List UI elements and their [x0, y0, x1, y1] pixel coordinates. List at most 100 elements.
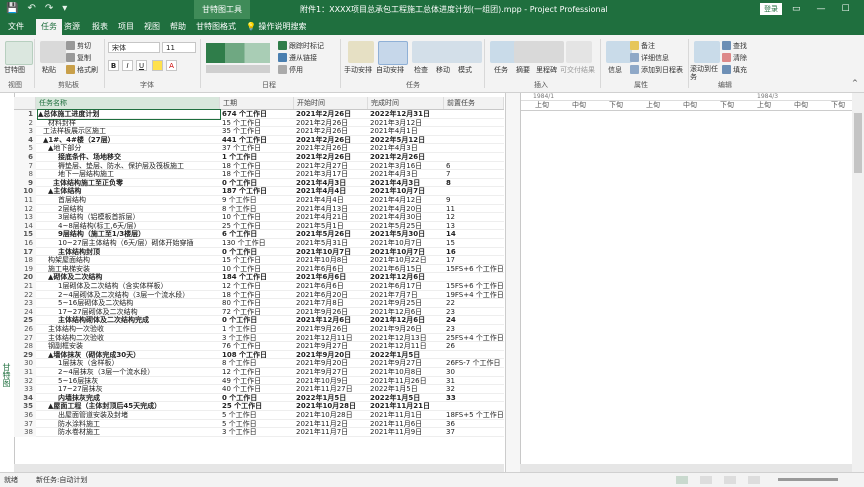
cell-name[interactable]: ▲墙体抹灰（砌体完成30天） — [38, 351, 220, 360]
cell-start[interactable]: 2021年9月27日 — [296, 342, 368, 351]
cell-start[interactable]: 2021年3月17日 — [296, 170, 368, 179]
cell-fin[interactable]: 2021年10月22日 — [370, 256, 444, 265]
row-id[interactable]: 5 — [14, 144, 36, 153]
cell-dur[interactable]: 10 个工作日 — [222, 213, 294, 222]
mark-on-track-button[interactable]: 跟踪时标记 — [278, 41, 324, 51]
deliverable-icon[interactable] — [566, 41, 592, 63]
cell-pred[interactable]: 23 — [446, 325, 504, 334]
cell-start[interactable]: 2021年9月20日 — [296, 351, 368, 360]
cell-start[interactable]: 2021年2月26日 — [296, 119, 368, 128]
cell-dur[interactable]: 25 个工作日 — [222, 402, 294, 411]
table-row[interactable]: 7 褥垫层、垫层、防水、保护层及筏板施工 18 个工作日 2021年2月27日 2021… — [14, 161, 504, 171]
underline-button[interactable]: U — [136, 60, 147, 71]
cell-pred[interactable]: 22 — [446, 299, 504, 308]
cell-pred[interactable]: 6 — [446, 162, 504, 171]
cell-dur[interactable]: 18 个工作日 — [222, 170, 294, 179]
insert-task-icon[interactable] — [490, 41, 516, 63]
table-row[interactable]: 26 主体结构一次验收 1 个工作日 2021年9月26日 2021年9月26日 23 — [14, 325, 504, 334]
customize-qa-icon[interactable]: ▾ — [62, 3, 67, 14]
table-row[interactable]: 19 施工电梯安装 10 个工作日 2021年6月6日 2021年6月15日 15FS+6… — [14, 264, 504, 274]
column-header-start[interactable]: 开始时间 — [294, 97, 368, 109]
cell-dur[interactable]: 5 个工作日 — [222, 420, 294, 429]
cell-start[interactable]: 2021年9月27日 — [296, 368, 368, 377]
cell-dur[interactable]: 1 个工作日 — [222, 325, 294, 334]
table-row[interactable]: 2 材料封样 15 个工作日 2021年2月26日 2021年3月12日 — [14, 118, 504, 128]
cell-pred[interactable] — [446, 402, 504, 411]
cell-name[interactable]: 9层结构（施工至1/3楼层） — [38, 230, 220, 239]
cell-fin[interactable]: 2021年4月3日 — [370, 170, 444, 179]
deliverable-label[interactable]: 可交付结果 — [560, 65, 595, 75]
mode-label[interactable]: 模式 — [458, 65, 472, 75]
cell-start[interactable]: 2021年10月7日 — [296, 248, 368, 257]
minimize-button[interactable]: — — [817, 0, 826, 19]
row-id[interactable]: 21 — [14, 282, 36, 291]
table-row[interactable]: 35 ▲屋面工程（主体封顶后45天完成） 25 个工作日 2021年10月28日 202… — [14, 402, 504, 411]
cell-pred[interactable]: 9 — [446, 196, 504, 205]
cell-dur[interactable]: 130 个工作日 — [222, 239, 294, 248]
cell-name[interactable]: 钢副框安装 — [38, 342, 220, 351]
cell-name[interactable]: 1层抹灰（含样板） — [38, 359, 220, 368]
table-row[interactable]: 32 5~16层抹灰 49 个工作日 2021年10月9日 2021年11月26日 31 — [14, 376, 504, 386]
cell-dur[interactable]: 10 个工作日 — [222, 265, 294, 274]
cell-start[interactable]: 2021年12月11日 — [296, 334, 368, 343]
cell-start[interactable]: 2021年9月26日 — [296, 325, 368, 334]
cell-name[interactable]: 2层结构 — [38, 205, 220, 214]
cell-name[interactable]: 主体结构一次验收 — [38, 325, 220, 334]
cell-pred[interactable]: 14 — [446, 230, 504, 239]
maximize-button[interactable]: ☐ — [842, 0, 850, 19]
table-row[interactable]: 5 ▲地下部分 37 个工作日 2021年2月26日 2021年4月3日 — [14, 144, 504, 153]
row-id[interactable]: 8 — [14, 170, 36, 179]
highlight-color-icon[interactable] — [152, 60, 163, 71]
cell-start[interactable]: 2022年1月5日 — [296, 394, 368, 403]
table-row[interactable]: 31 2~4层抹灰（3层一个流水段） 12 个工作日 2021年9月27日 2021年1… — [14, 368, 504, 377]
cell-name[interactable]: ▲地下部分 — [38, 144, 220, 153]
table-row[interactable]: 27 主体结构二次验收 3 个工作日 2021年12月11日 2021年12月13日 25… — [14, 333, 504, 343]
cell-name[interactable]: 主体结构砌体及二次结构完成 — [38, 316, 220, 325]
cell-fin[interactable]: 2021年4月3日 — [370, 179, 444, 188]
column-header-predecessors[interactable]: 前置任务 — [444, 97, 504, 109]
summary-label[interactable]: 摘要 — [516, 65, 530, 75]
row-id[interactable]: 4 — [14, 135, 36, 145]
cell-dur[interactable]: 6 个工作日 — [222, 230, 294, 239]
inactivate-button[interactable]: 停用 — [278, 65, 303, 75]
information-icon[interactable] — [606, 41, 632, 63]
table-row[interactable]: 6 接底条件、场地移交 1 个工作日 2021年2月26日 2021年2月26日 — [14, 153, 504, 162]
auto-schedule-icon[interactable] — [378, 41, 408, 65]
gantt-vertical-scrollbar[interactable] — [852, 93, 864, 472]
cell-fin[interactable]: 2021年2月26日 — [370, 153, 444, 162]
manual-schedule-label[interactable]: 手动安排 — [344, 65, 372, 75]
cell-dur[interactable]: 441 个工作日 — [222, 136, 294, 145]
cell-fin[interactable]: 2021年4月20日 — [370, 205, 444, 214]
insert-task-label[interactable]: 任务 — [494, 65, 508, 75]
cell-dur[interactable]: 15 个工作日 — [222, 256, 294, 265]
table-row[interactable]: 10 ▲主体结构 187 个工作日 2021年4月4日 2021年10月7日 — [14, 187, 504, 196]
auto-schedule-label[interactable]: 自动安排 — [376, 65, 404, 75]
cell-start[interactable]: 2021年2月27日 — [296, 162, 368, 171]
cell-pred[interactable]: 15 — [446, 239, 504, 248]
cell-fin[interactable]: 2021年3月12日 — [370, 119, 444, 128]
column-header-duration[interactable]: 工期 — [220, 97, 294, 109]
cell-start[interactable]: 2021年6月6日 — [296, 282, 368, 291]
cell-dur[interactable]: 187 个工作日 — [222, 187, 294, 196]
cell-dur[interactable]: 8 个工作日 — [222, 205, 294, 214]
cell-dur[interactable]: 0 个工作日 — [222, 248, 294, 257]
table-row[interactable]: 16 10~27层主体结构（6天/层）砌体开始穿插 130 个工作日 2021年5月3… — [14, 239, 504, 248]
cell-name[interactable]: 5~16层砌体及二次结构 — [38, 299, 220, 308]
cell-fin[interactable]: 2022年5月12日 — [370, 136, 444, 145]
row-id[interactable]: 19 — [14, 264, 36, 274]
table-row[interactable]: 18 构架屋面结构 15 个工作日 2021年10月8日 2021年10月22日 17 — [14, 256, 504, 265]
notes-button[interactable]: 备注 — [630, 41, 655, 51]
table-row[interactable]: 1 ▲总体施工进度计划 674 个工作日 2021年2月26日 2022年12月31日 — [14, 109, 504, 120]
cell-fin[interactable]: 2021年10月8日 — [370, 368, 444, 377]
cell-fin[interactable]: 2021年11月6日 — [370, 420, 444, 429]
cell-pred[interactable]: 25FS+4 个工作日 — [446, 334, 504, 343]
row-id[interactable]: 33 — [14, 385, 36, 394]
login-button[interactable]: 登录 — [760, 3, 782, 15]
find-button[interactable]: 查找 — [722, 41, 747, 51]
cell-fin[interactable]: 2021年12月6日 — [370, 273, 444, 282]
table-row[interactable]: 17 主体结构封顶 0 个工作日 2021年10月7日 2021年10月7日 16 — [14, 247, 504, 257]
tab-0[interactable]: 文件 — [8, 19, 24, 35]
column-header-finish[interactable]: 完成时间 — [368, 97, 444, 109]
cell-name[interactable]: ▲主体结构 — [38, 187, 220, 196]
cell-start[interactable]: 2021年6月6日 — [296, 265, 368, 274]
